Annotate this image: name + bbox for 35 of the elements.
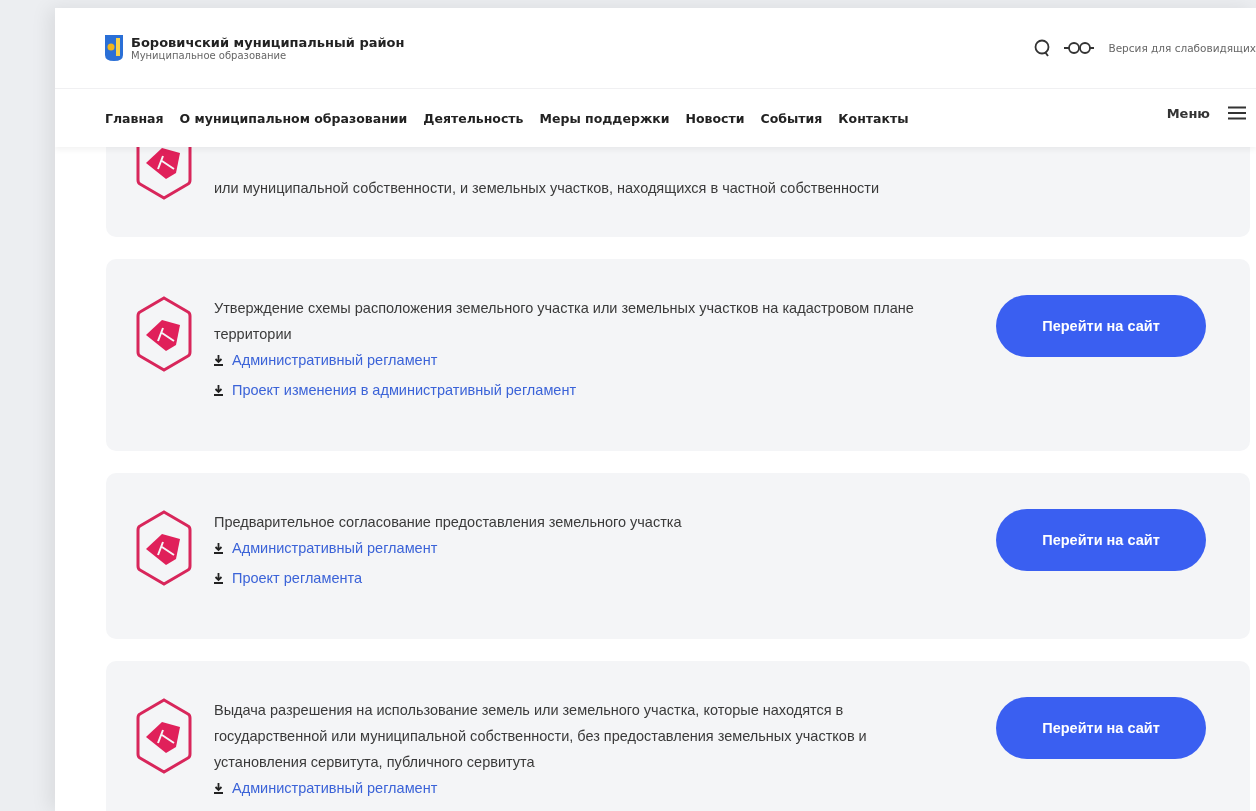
- land-plot-icon: [136, 295, 192, 373]
- go-to-site-button[interactable]: Перейти на сайт: [996, 509, 1206, 571]
- service-title: или муниципальной собственности, и земельных участков, находящихся в частной собственности: [214, 179, 881, 198]
- nav-link[interactable]: Контакты: [838, 110, 909, 126]
- service-title: Утверждение схемы расположения земельного участка или земельных участков на кадастровом плане территории: [214, 299, 915, 344]
- accessibility-link[interactable]: Версия для слабовидящих: [1108, 42, 1256, 54]
- coat-of-arms-logo[interactable]: [105, 35, 123, 61]
- download-icon: [214, 572, 223, 584]
- nav-link[interactable]: Главная: [105, 110, 164, 126]
- site-title[interactable]: Боровичский муниципальный район: [131, 35, 405, 50]
- service-title: Предварительное согласование предоставления земельного участка: [214, 513, 683, 532]
- service-title: Выдача разрешения на использование земель или земельного участка, которые находятся в государственной или муниципальной собственности, без предоставления земельных участков и установления сервитута, публичного сервитута: [214, 701, 868, 772]
- nav-link[interactable]: События: [760, 110, 823, 126]
- go-to-site-button[interactable]: Перейти на сайт: [996, 697, 1206, 759]
- nav-link[interactable]: Меры поддержки: [539, 110, 670, 126]
- download-icon: [214, 354, 223, 366]
- download-icon: [214, 782, 223, 794]
- menu-icon[interactable]: [1228, 106, 1246, 120]
- site-subtitle: Муниципальное образование: [131, 50, 288, 61]
- regulation-link[interactable]: Административный регламент: [214, 775, 924, 801]
- nav-link[interactable]: О муниципальном образовании: [179, 110, 408, 126]
- nav-link[interactable]: Деятельность: [423, 110, 524, 126]
- land-plot-icon: [136, 509, 192, 587]
- regulation-link[interactable]: Проект изменения в административный регламент: [214, 377, 924, 403]
- regulation-link[interactable]: Административный регламент: [214, 347, 924, 373]
- download-icon: [214, 384, 223, 396]
- nav-link[interactable]: Новости: [685, 110, 745, 126]
- menu-label[interactable]: Меню: [1166, 105, 1210, 121]
- go-to-site-button[interactable]: Перейти на сайт: [996, 295, 1206, 357]
- land-plot-icon: [136, 697, 192, 775]
- glasses-icon[interactable]: [1064, 41, 1095, 55]
- search-icon[interactable]: [1034, 39, 1051, 57]
- regulation-link[interactable]: Административный регламент: [214, 535, 924, 561]
- regulation-link[interactable]: Проект регламента: [214, 565, 924, 591]
- download-icon: [214, 542, 223, 554]
